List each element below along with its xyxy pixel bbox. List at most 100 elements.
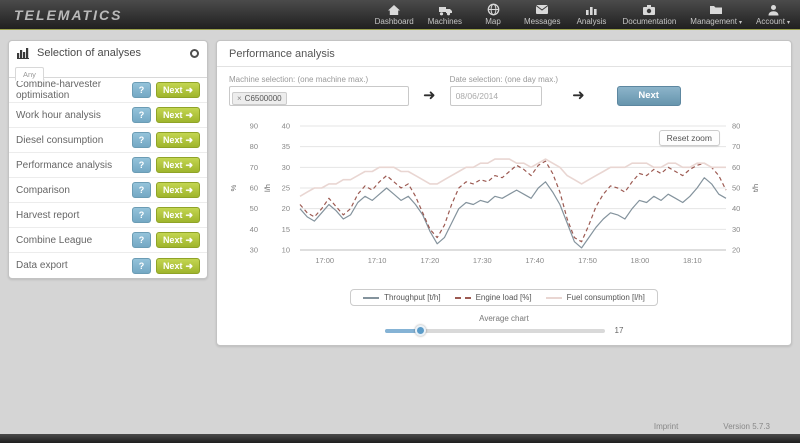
svg-text:70: 70: [732, 142, 740, 151]
app-logo[interactable]: TELEMATICS: [14, 7, 122, 23]
footer: Imprint Version 5.7.3: [0, 422, 800, 443]
next-button[interactable]: Next➜: [156, 132, 200, 148]
list-item: Diesel consumption ? Next➜: [9, 128, 207, 153]
help-button[interactable]: ?: [132, 232, 151, 248]
arrow-right-icon: ➜: [185, 235, 193, 245]
svg-text:40: 40: [732, 204, 740, 213]
nav-messages[interactable]: Messages: [524, 3, 560, 26]
svg-text:40: 40: [282, 122, 290, 131]
legend-item-engine-load[interactable]: Engine load [%]: [455, 293, 532, 302]
nav-analysis[interactable]: Analysis: [574, 3, 608, 26]
main-nav: Dashboard Machines Map Messages Analysis…: [375, 3, 790, 26]
next-button[interactable]: Next➜: [156, 258, 200, 274]
list-item: Harvest report ? Next➜: [9, 203, 207, 228]
arrow-right-icon: ➜: [185, 210, 193, 220]
footer-bar: [0, 434, 800, 443]
help-button[interactable]: ?: [132, 207, 151, 223]
arrow-right-icon: ➜: [185, 85, 193, 95]
date-selection-input[interactable]: [450, 86, 542, 106]
version-label: Version 5.7.3: [723, 422, 770, 431]
legend-item-fuel-consumption[interactable]: Fuel consumption [l/h]: [546, 293, 645, 302]
next-button[interactable]: Next➜: [156, 107, 200, 123]
chevron-down-icon: ▾: [739, 20, 742, 26]
chevron-down-icon: ▾: [787, 20, 790, 26]
svg-text:20: 20: [732, 246, 740, 255]
nav-machines[interactable]: Machines: [428, 3, 462, 26]
next-button[interactable]: Next➜: [156, 157, 200, 173]
svg-text:15: 15: [282, 225, 290, 234]
line-marker-icon: [363, 297, 379, 299]
list-item: Work hour analysis ? Next➜: [9, 103, 207, 128]
next-button[interactable]: Next➜: [156, 232, 200, 248]
svg-text:35: 35: [282, 142, 290, 151]
svg-text:17:40: 17:40: [525, 256, 544, 265]
analysis-name: Diesel consumption: [16, 135, 132, 146]
analysis-name: Harvest report: [16, 210, 132, 221]
next-button[interactable]: Next➜: [156, 82, 200, 98]
svg-text:l/h: l/h: [263, 184, 272, 192]
nav-label: Management▾: [690, 17, 742, 26]
tab-any[interactable]: Any: [15, 67, 44, 81]
help-button[interactable]: ?: [132, 157, 151, 173]
nav-dashboard[interactable]: Dashboard: [375, 3, 414, 26]
next-button[interactable]: Next➜: [156, 182, 200, 198]
nav-label: Account▾: [756, 17, 790, 26]
arrow-right-icon: ➜: [185, 135, 193, 145]
nav-map[interactable]: Map: [476, 3, 510, 26]
svg-text:30: 30: [732, 225, 740, 234]
next-button[interactable]: Next➜: [156, 207, 200, 223]
help-button[interactable]: ?: [132, 258, 151, 274]
nav-label: Machines: [428, 17, 462, 26]
legend-item-throughput[interactable]: Throughput [t/h]: [363, 293, 440, 302]
date-selection-label: Date selection: (one day max.): [450, 75, 559, 84]
analysis-name: Work hour analysis: [16, 110, 132, 121]
slider-value: 17: [615, 326, 624, 335]
arrow-right-icon: ➜: [185, 261, 193, 271]
home-icon: [387, 3, 401, 16]
help-button[interactable]: ?: [132, 82, 151, 98]
help-button[interactable]: ?: [132, 132, 151, 148]
average-chart-control: Average chart 17: [217, 314, 791, 335]
svg-text:30: 30: [250, 246, 258, 255]
svg-text:25: 25: [282, 184, 290, 193]
list-item: Data export ? Next➜: [9, 253, 207, 278]
envelope-icon: [535, 3, 549, 16]
nav-management[interactable]: Management▾: [690, 3, 742, 26]
imprint-link[interactable]: Imprint: [654, 422, 678, 431]
help-button[interactable]: ?: [132, 182, 151, 198]
filter-tabs: Any: [9, 63, 207, 78]
camera-icon: [642, 3, 656, 16]
globe-icon: [487, 3, 500, 16]
nav-documentation[interactable]: Documentation: [622, 3, 676, 26]
arrow-right-icon: ➜: [185, 110, 193, 120]
nav-label: Documentation: [622, 17, 676, 26]
svg-text:17:10: 17:10: [368, 256, 387, 265]
analysis-name: Data export: [16, 260, 132, 271]
bar-chart-icon: [17, 47, 30, 59]
help-button[interactable]: ?: [132, 107, 151, 123]
machine-selection-input[interactable]: × C6500000: [229, 86, 409, 106]
svg-text:80: 80: [250, 142, 258, 151]
nav-label: Messages: [524, 17, 560, 26]
analysis-name: Performance analysis: [16, 160, 132, 171]
reset-zoom-button[interactable]: Reset zoom: [659, 130, 720, 146]
svg-text:%: %: [229, 184, 238, 191]
svg-text:17:00: 17:00: [315, 256, 334, 265]
slider-handle[interactable]: [415, 325, 426, 336]
arrow-right-icon: ➜: [572, 86, 585, 106]
svg-text:50: 50: [250, 204, 258, 213]
svg-text:18:00: 18:00: [631, 256, 650, 265]
nav-account[interactable]: Account▾: [756, 3, 790, 26]
arrow-right-icon: ➜: [423, 86, 436, 106]
settings-icon[interactable]: [190, 49, 199, 58]
next-button-main[interactable]: Next: [617, 86, 681, 106]
average-slider[interactable]: [385, 329, 605, 333]
svg-text:10: 10: [282, 246, 290, 255]
svg-text:20: 20: [282, 204, 290, 213]
remove-tag-icon[interactable]: ×: [237, 94, 242, 103]
svg-text:17:30: 17:30: [473, 256, 492, 265]
svg-text:70: 70: [250, 163, 258, 172]
nav-label: Map: [485, 17, 501, 26]
svg-text:60: 60: [250, 184, 258, 193]
person-icon: [767, 3, 780, 16]
